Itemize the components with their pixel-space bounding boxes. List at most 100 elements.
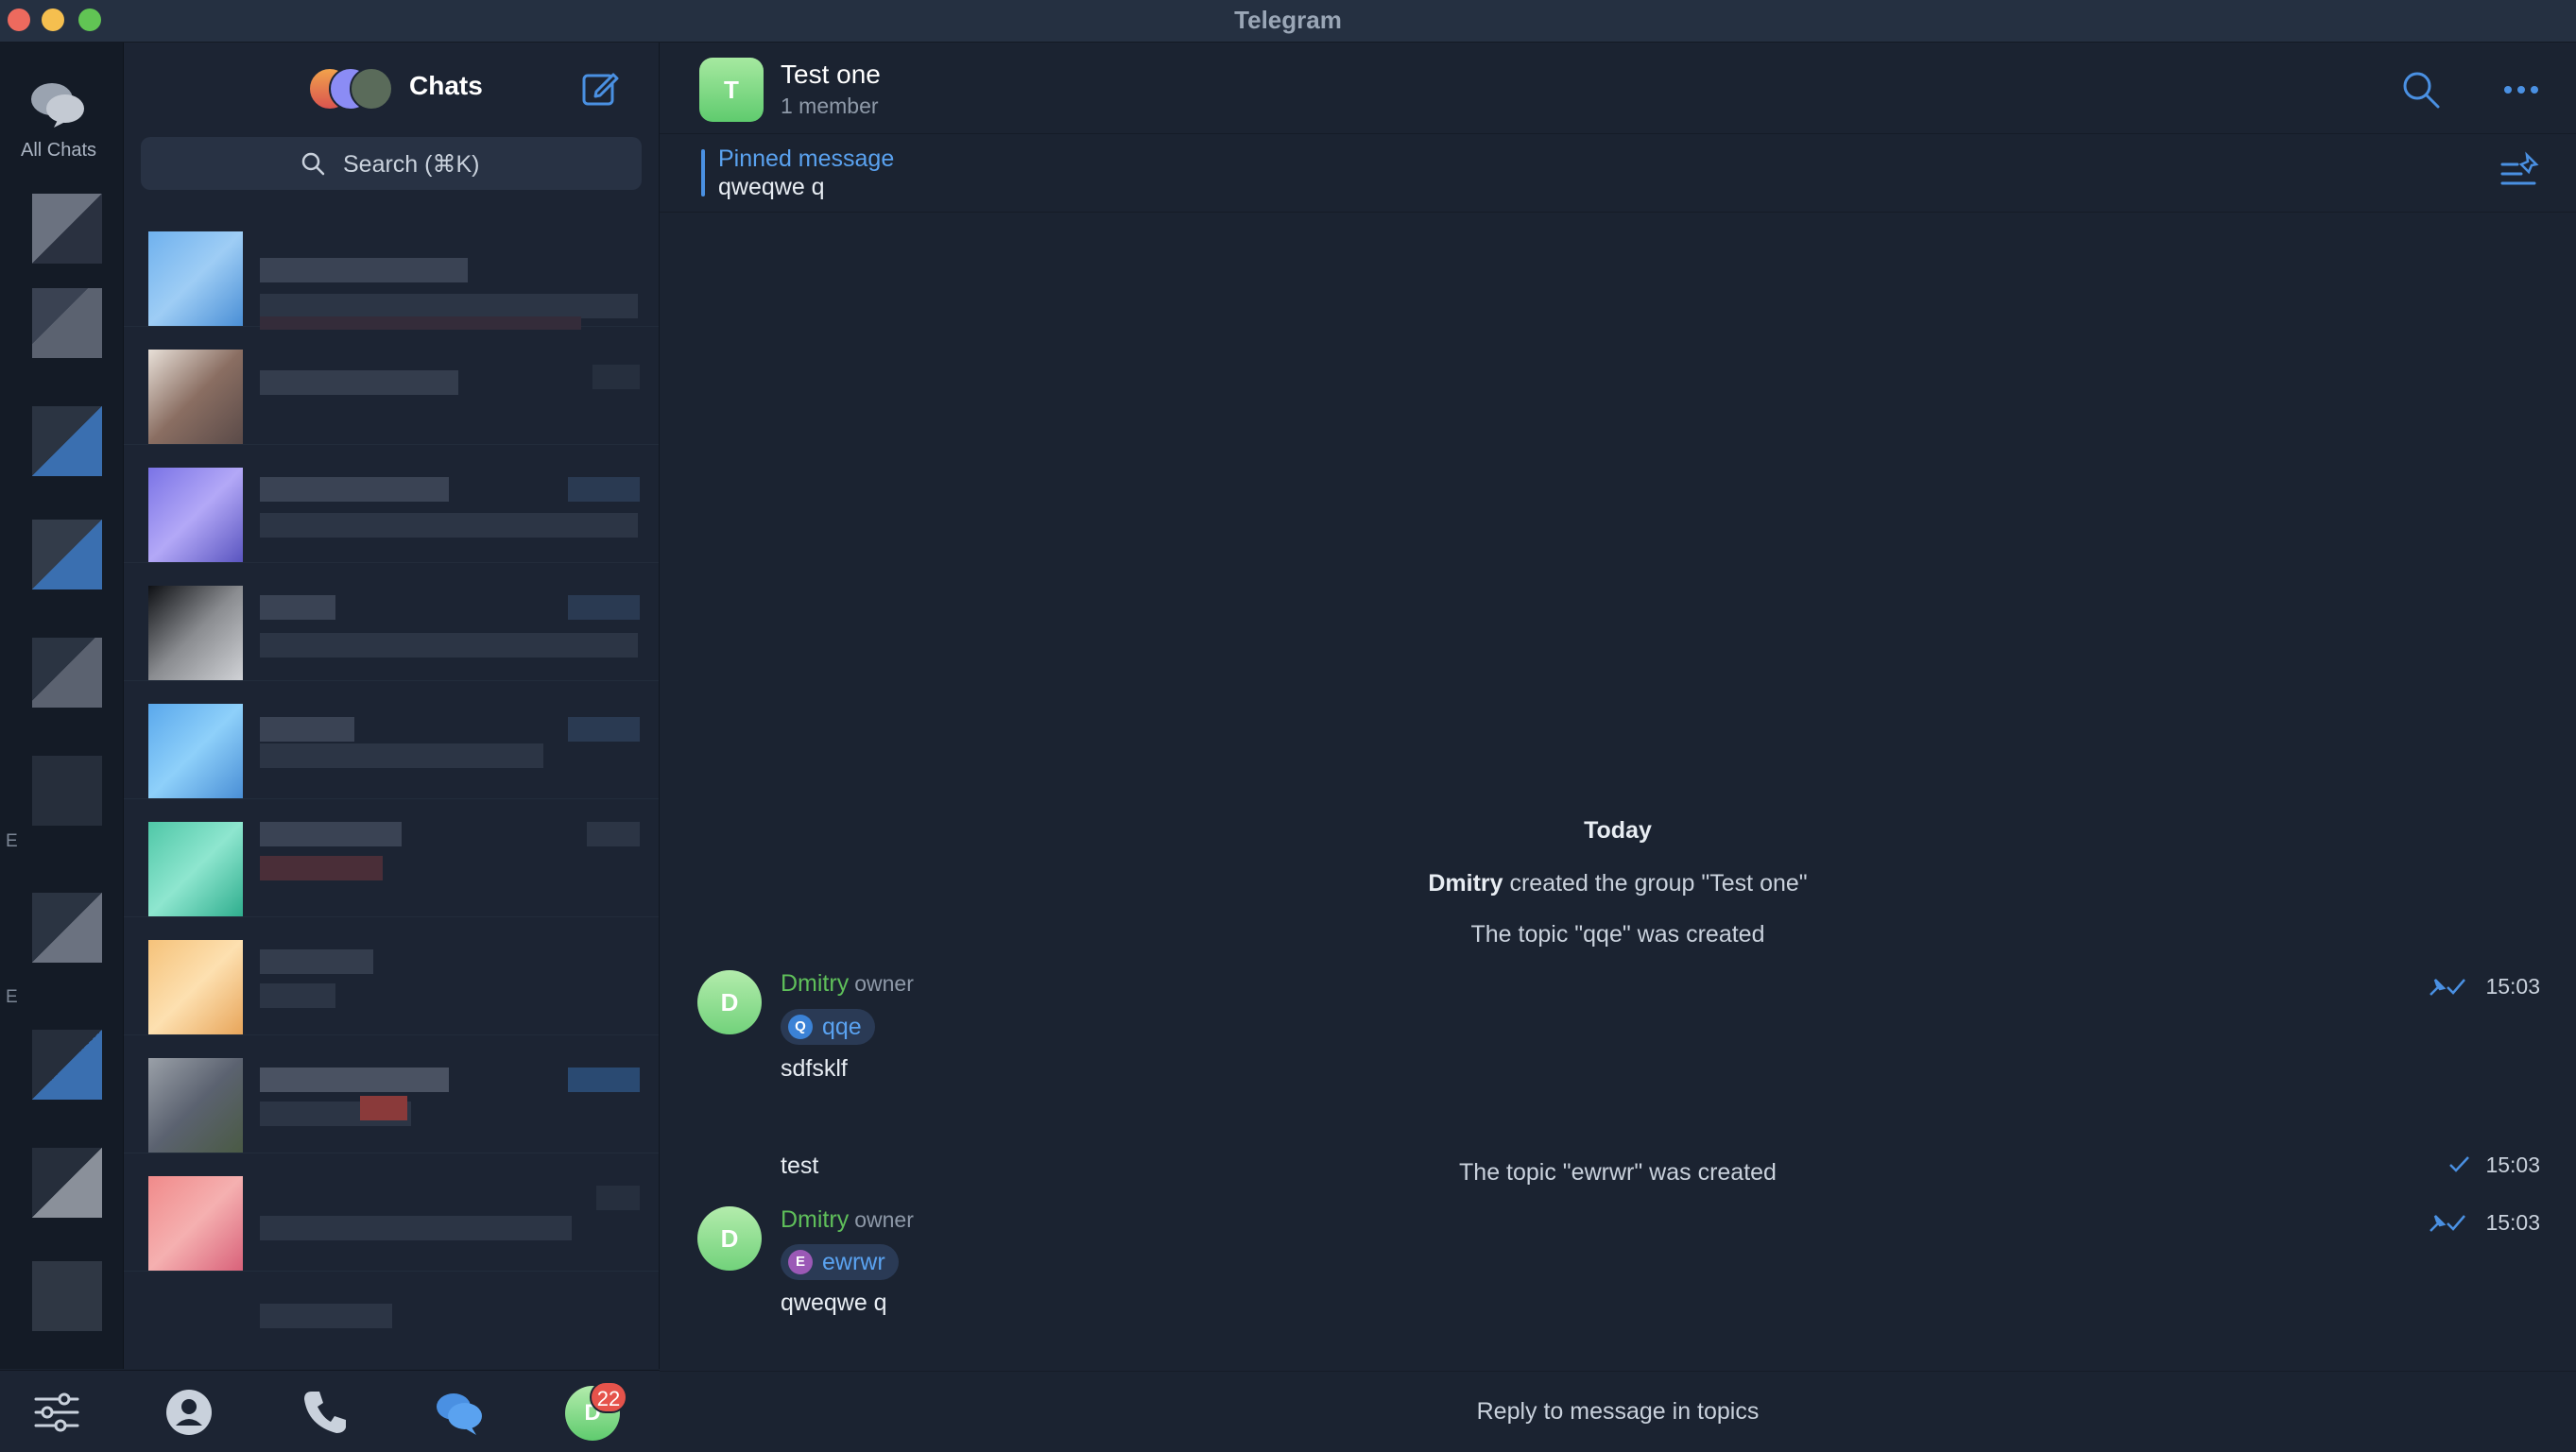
blurred-text	[568, 717, 640, 742]
contacts-icon[interactable]	[163, 1386, 215, 1439]
avatar[interactable]: D	[697, 1206, 762, 1271]
message-sender[interactable]: Dmitry owner	[781, 970, 914, 998]
topic-icon: E	[788, 1250, 813, 1274]
blurred-text	[260, 856, 383, 880]
chat-list-panel: Chats	[124, 43, 660, 1369]
folder-item[interactable]	[32, 194, 102, 264]
folder-all-chats-label: All Chats	[20, 140, 97, 161]
folder-item[interactable]	[32, 756, 102, 826]
window-titlebar: Telegram	[0, 0, 2576, 43]
pinned-accent-line	[701, 149, 705, 196]
chat-list-item[interactable]	[124, 449, 659, 563]
topic-chip[interactable]: Eewrwr	[781, 1244, 899, 1280]
avatar	[148, 350, 243, 444]
compose-icon[interactable]	[579, 67, 621, 109]
topic-name: ewrwr	[822, 1249, 885, 1275]
sender-name: Dmitry	[781, 1206, 850, 1233]
chat-bubbles-icon	[31, 83, 84, 128]
message-text: qweqwe q	[781, 1290, 887, 1316]
blurred-text	[596, 1186, 640, 1210]
chat-list-item[interactable]	[124, 1039, 659, 1153]
folder-item[interactable]	[32, 406, 102, 476]
avatar	[148, 1176, 243, 1271]
bottom-tab-bar: D	[0, 1370, 660, 1452]
blurred-text	[568, 1068, 640, 1092]
chat-header[interactable]: T Test one 1 member	[660, 43, 2576, 134]
pinned-text: qweqwe q	[718, 174, 825, 200]
topic-name: qqe	[822, 1014, 862, 1040]
window-title: Telegram	[1234, 6, 1342, 34]
service-message-topic: The topic "ewrwr" was created	[1459, 1159, 1777, 1186]
blurred-text	[260, 983, 335, 1008]
reply-in-topics-bar[interactable]: Reply to message in topics	[660, 1371, 2576, 1452]
chat-list-item[interactable]	[124, 1157, 659, 1272]
account-avatars[interactable]	[308, 67, 403, 111]
avatar[interactable]: T	[699, 58, 764, 122]
folder-item[interactable]	[32, 288, 102, 358]
blurred-text	[260, 949, 373, 974]
chat-list-title: Chats	[409, 71, 483, 100]
avatar[interactable]: D	[697, 970, 762, 1034]
topic-chip[interactable]: Qqqe	[781, 1009, 875, 1045]
chats-tab-icon[interactable]	[433, 1386, 486, 1439]
blurred-text	[260, 717, 354, 742]
blurred-text	[260, 1216, 572, 1240]
avatar	[148, 1058, 243, 1153]
blurred-text	[568, 595, 640, 620]
pinned-read-status-icon	[2430, 979, 2465, 996]
service-text: created the group "Test one"	[1503, 870, 1808, 897]
blurred-text	[260, 1304, 392, 1328]
message-sender[interactable]: Dmitry owner	[781, 1206, 914, 1234]
folder-all-chats[interactable]: All Chats	[0, 80, 117, 162]
chat-list-header: Chats	[124, 43, 659, 133]
avatar	[350, 67, 393, 111]
pinned-read-status-icon	[2430, 1215, 2465, 1232]
pinned-message-bar[interactable]: Pinned message qweqwe q	[660, 134, 2576, 213]
topic-icon: Q	[788, 1015, 813, 1039]
unread-badge: 22	[590, 1381, 627, 1413]
chat-list-item[interactable]	[124, 213, 659, 330]
blurred-text	[260, 822, 402, 846]
sender-role: owner	[854, 1207, 914, 1232]
chat-list-item[interactable]	[124, 567, 659, 681]
chat-list-item[interactable]	[124, 685, 659, 799]
blurred-text	[592, 365, 640, 389]
search-field[interactable]	[141, 137, 642, 190]
chat-list-item[interactable]	[124, 1275, 659, 1369]
search-icon[interactable]	[2400, 69, 2442, 111]
folder-item[interactable]	[32, 520, 102, 589]
pinned-title: Pinned message	[718, 145, 895, 172]
folder-item[interactable]	[32, 1261, 102, 1331]
search-input[interactable]	[341, 146, 628, 182]
chat-list-item[interactable]	[124, 803, 659, 917]
chat-member-count: 1 member	[781, 94, 879, 118]
folder-item[interactable]	[32, 893, 102, 963]
avatar	[148, 704, 243, 798]
blurred-text	[260, 370, 458, 395]
sender-role: owner	[854, 971, 914, 996]
phone-icon[interactable]	[299, 1386, 352, 1439]
folder-label-fragment: E	[6, 987, 18, 1007]
blurred-text	[260, 258, 468, 282]
chat-panel: T Test one 1 member Pinned message qweqw…	[660, 43, 2576, 1451]
blurred-text	[587, 822, 640, 846]
folder-item[interactable]	[32, 638, 102, 708]
settings-sliders-icon[interactable]	[30, 1386, 83, 1439]
blurred-text	[568, 477, 640, 502]
folder-item[interactable]	[32, 1030, 102, 1100]
search-icon	[301, 152, 325, 176]
blurred-text	[260, 294, 638, 318]
avatar	[148, 231, 243, 326]
blurred-text	[260, 316, 581, 330]
folder-item[interactable]	[32, 1148, 102, 1218]
service-actor: Dmitry	[1428, 870, 1503, 897]
avatar	[148, 822, 243, 916]
pinned-list-icon[interactable]	[2499, 151, 2540, 193]
chat-list-item[interactable]	[124, 331, 659, 445]
more-icon[interactable]	[2500, 71, 2542, 109]
message-text: sdfsklf	[781, 1055, 848, 1082]
blurred-text	[260, 513, 638, 538]
message-time: 15:03	[2485, 974, 2540, 999]
chat-list-item[interactable]	[124, 921, 659, 1035]
avatar	[148, 468, 243, 562]
